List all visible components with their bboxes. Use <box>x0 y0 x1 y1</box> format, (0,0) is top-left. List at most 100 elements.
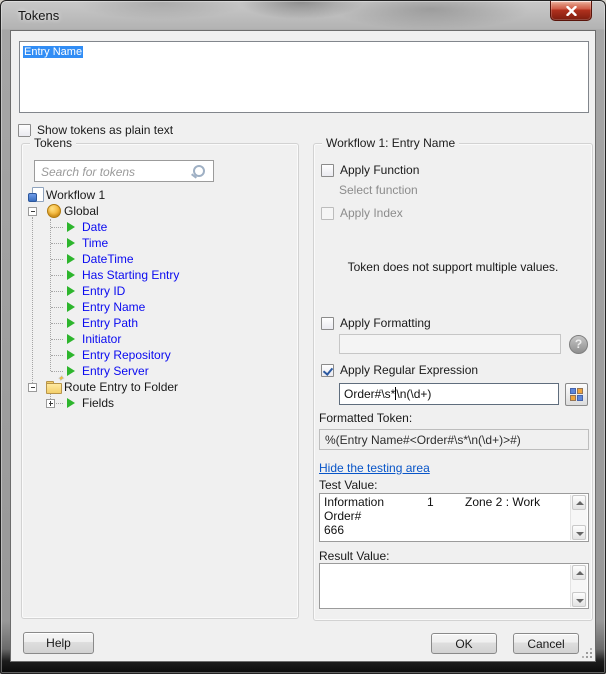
formatting-input <box>339 334 561 354</box>
regex-input[interactable]: Order#\s*\n(\d+) <box>339 383 559 405</box>
token-expression-editor[interactable]: Entry Name <box>19 41 589 113</box>
show-plain-text-checkbox[interactable]: Show tokens as plain text <box>18 123 173 137</box>
test-value-label: Test Value: <box>319 478 378 492</box>
tree-item-label: Entry Path <box>82 316 139 330</box>
tree-item-label: Fields <box>82 396 115 410</box>
token-arrow-icon <box>64 315 80 331</box>
token-tree: Workflow 1 Global Date Time DateTime Has Star… <box>11 187 309 427</box>
tree-item-entry-server[interactable]: Entry Server <box>11 363 309 379</box>
tree-item-entry-repository[interactable]: Entry Repository <box>11 347 309 363</box>
token-arrow-icon <box>64 267 80 283</box>
test-value-line: Order# <box>324 509 362 523</box>
token-arrow-icon <box>64 331 80 347</box>
tree-item-initiator[interactable]: Initiator <box>11 331 309 347</box>
folder-icon <box>46 379 62 395</box>
token-arrow-icon <box>64 235 80 251</box>
checkbox-label: Apply Function <box>340 163 420 177</box>
formatting-help-button[interactable] <box>569 335 588 354</box>
tree-item-date[interactable]: Date <box>11 219 309 235</box>
tree-item-label: Has Starting Entry <box>82 268 180 282</box>
tree-item-label: Entry Server <box>82 364 149 378</box>
tree-item-workflow-1[interactable]: Workflow 1 <box>11 187 309 203</box>
tree-item-label: Entry Name <box>82 300 146 314</box>
tree-item-global[interactable]: Global <box>11 203 309 219</box>
tree-item-fields[interactable]: Fields <box>11 395 309 411</box>
token-arrow-icon <box>64 395 80 411</box>
scroll-down-button[interactable] <box>572 525 586 540</box>
token-arrow-icon <box>64 251 80 267</box>
client-area: Entry Name Show tokens as plain text Tok… <box>10 30 596 662</box>
tree-item-has-starting-entry[interactable]: Has Starting Entry <box>11 267 309 283</box>
token-arrow-icon <box>64 347 80 363</box>
formatted-token-value: %(Entry Name#<Order#\s*\n(\d+)>#) <box>319 429 589 450</box>
checkbox-box <box>321 206 334 220</box>
cancel-button[interactable]: Cancel <box>513 633 579 654</box>
tree-item-label: Time <box>82 236 109 250</box>
selected-token-text: Entry Name <box>23 46 84 58</box>
apply-regex-checkbox[interactable]: Apply Regular Expression <box>321 363 478 377</box>
checkbox-label: Show tokens as plain text <box>37 123 174 137</box>
checkbox-box[interactable] <box>18 123 31 137</box>
tree-item-label: Entry Repository <box>82 348 171 362</box>
checkbox-box[interactable] <box>321 363 334 377</box>
collapse-icon[interactable] <box>28 207 37 216</box>
tree-item-label: Entry ID <box>82 284 126 298</box>
tree-item-label: Workflow 1 <box>46 188 106 202</box>
result-value-label: Result Value: <box>319 549 390 563</box>
regex-builder-icon <box>570 388 583 401</box>
multivalue-note: Token does not support multiple values. <box>347 260 559 274</box>
formatted-token-label: Formatted Token: <box>319 411 413 425</box>
scroll-up-button[interactable] <box>572 495 586 510</box>
tree-item-route-entry-to-folder[interactable]: Route Entry to Folder <box>11 379 309 395</box>
workflow-icon <box>28 187 44 203</box>
apply-function-checkbox[interactable]: Apply Function <box>321 163 419 177</box>
token-search-input[interactable]: Search for tokens <box>34 160 214 182</box>
vertical-scrollbar[interactable] <box>570 495 587 540</box>
token-arrow-icon <box>64 363 80 379</box>
checkbox-box[interactable] <box>321 163 334 177</box>
collapse-icon[interactable] <box>28 383 37 392</box>
test-value-col: Information <box>324 495 385 509</box>
token-arrow-icon <box>64 219 80 235</box>
checkbox-box[interactable] <box>321 316 334 330</box>
regex-text-pre: Order#\s* <box>344 387 396 401</box>
scroll-down-button[interactable] <box>572 592 586 607</box>
test-value-line: 666 <box>324 523 345 537</box>
test-value-textarea[interactable]: Information 1 Zone 2 : Work Order# 666 <box>319 493 589 542</box>
help-button[interactable]: Help <box>23 632 94 654</box>
tree-item-label: Route Entry to Folder <box>64 380 179 394</box>
token-arrow-icon <box>64 283 80 299</box>
search-icon <box>191 164 206 179</box>
select-function-label: Select function <box>339 183 418 197</box>
test-value-line: Information 1 Zone 2 : Work <box>324 495 584 509</box>
tokens-group-title: Tokens <box>30 136 77 150</box>
tree-item-label: Date <box>82 220 108 234</box>
expand-icon[interactable] <box>46 399 55 408</box>
tree-item-label: Global <box>64 204 99 218</box>
apply-index-checkbox: Apply Index <box>321 206 403 220</box>
tree-item-time[interactable]: Time <box>11 235 309 251</box>
titlebar[interactable]: Tokens <box>1 1 605 30</box>
close-button[interactable] <box>550 1 592 21</box>
scroll-up-button[interactable] <box>572 565 586 580</box>
tree-item-entry-name[interactable]: Entry Name <box>11 299 309 315</box>
tree-item-entry-path[interactable]: Entry Path <box>11 315 309 331</box>
vertical-scrollbar[interactable] <box>570 565 587 607</box>
hide-testing-area-link[interactable]: Hide the testing area <box>319 461 430 475</box>
apply-formatting-checkbox[interactable]: Apply Formatting <box>321 316 431 330</box>
test-value-col: 1 <box>427 495 434 509</box>
tree-item-datetime[interactable]: DateTime <box>11 251 309 267</box>
regex-text-post: \n(\d+) <box>396 387 432 401</box>
ok-button[interactable]: OK <box>431 633 497 654</box>
tree-item-entry-id[interactable]: Entry ID <box>11 283 309 299</box>
window-title: Tokens <box>18 8 60 23</box>
checkbox-label: Apply Formatting <box>340 316 431 330</box>
resize-grip[interactable] <box>581 647 593 659</box>
search-placeholder: Search for tokens <box>41 165 136 179</box>
close-icon <box>566 6 577 16</box>
tree-item-label: DateTime <box>82 252 134 266</box>
result-value-textarea[interactable] <box>319 563 589 609</box>
regex-builder-button[interactable] <box>565 383 588 406</box>
tree-item-label: Initiator <box>82 332 122 346</box>
test-value-col: Zone 2 : Work <box>465 495 541 509</box>
